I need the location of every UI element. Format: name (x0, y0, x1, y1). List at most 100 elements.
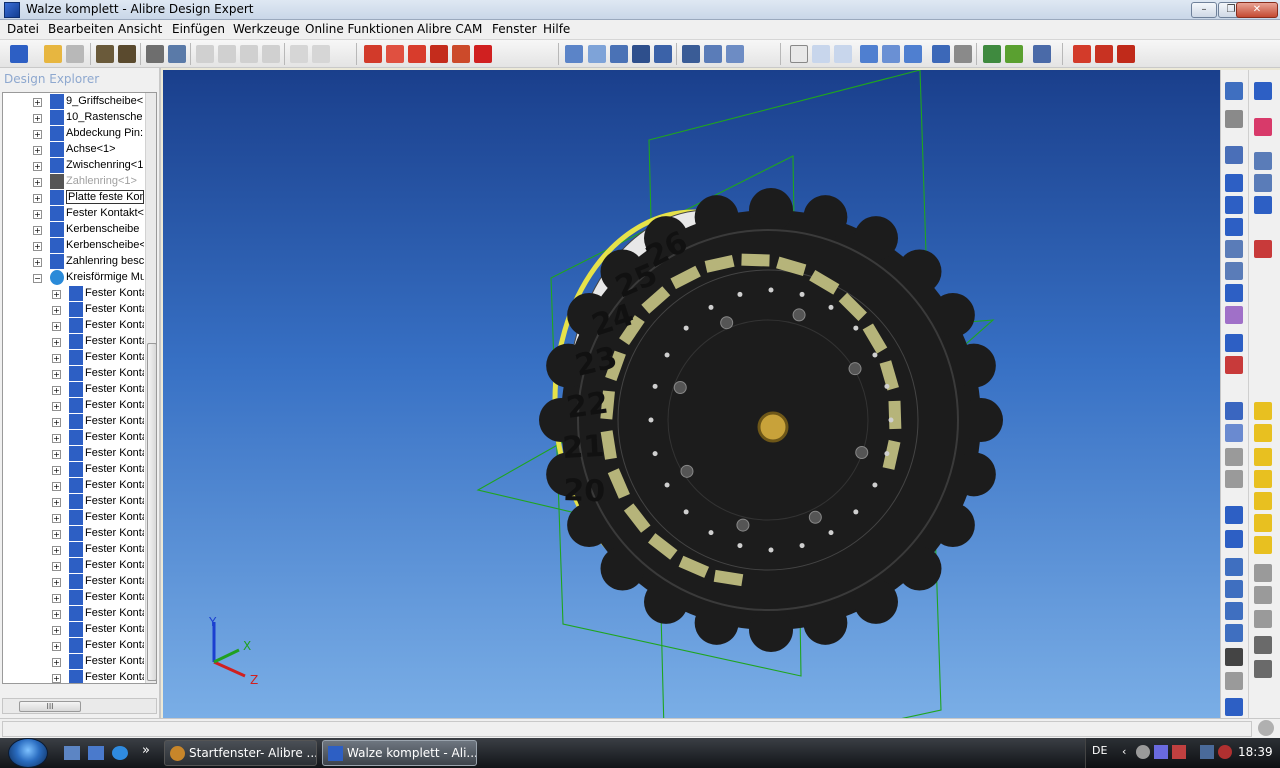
quicklaunch-chevron[interactable]: » (142, 743, 150, 758)
expand-icon[interactable]: + (33, 258, 42, 267)
feature-tool-icon[interactable] (1254, 564, 1272, 582)
expand-icon[interactable]: + (52, 594, 61, 603)
tree-item[interactable]: + Fester Konta (3, 558, 144, 574)
tree-item[interactable]: + Fester Konta (3, 334, 144, 350)
parameters-icon[interactable] (654, 45, 672, 63)
axis-icon[interactable] (588, 45, 606, 63)
tree-item[interactable]: + Zahlenring<1> (3, 174, 143, 190)
copy-icon[interactable] (218, 45, 236, 63)
measure-icon[interactable] (565, 45, 583, 63)
feature-tool-icon[interactable] (1254, 586, 1272, 604)
tree-item[interactable]: + Fester Konta (3, 510, 144, 526)
tree-item[interactable]: + Fester Konta (3, 478, 144, 494)
menu-bearbeiten[interactable]: Bearbeiten (48, 22, 114, 36)
tree-item[interactable]: + Fester Konta (3, 382, 144, 398)
tree-item[interactable]: + Fester Kontakt< (3, 206, 144, 222)
tree-item[interactable]: + Fester Konta (3, 654, 144, 670)
import-icon[interactable] (96, 45, 114, 63)
tree-item[interactable]: + Fester Konta (3, 302, 144, 318)
tree-item[interactable]: +9_Griffscheibe< (3, 94, 143, 110)
tree-item[interactable]: + Fester Konta (3, 446, 144, 462)
feature-tool-icon[interactable] (1254, 174, 1272, 192)
print-preview-icon[interactable] (168, 45, 186, 63)
cut-icon[interactable] (196, 45, 214, 63)
expand-icon[interactable]: + (52, 658, 61, 667)
tray-expand-icon[interactable]: ‹ (1122, 745, 1126, 758)
tree-item[interactable]: + Platte feste Kon (3, 190, 144, 206)
expand-icon[interactable]: + (33, 194, 42, 203)
section-icon[interactable] (983, 45, 1001, 63)
feature-tool-icon[interactable] (1225, 448, 1243, 466)
save-icon[interactable] (66, 45, 84, 63)
zoom-fit-icon[interactable] (904, 45, 922, 63)
expand-icon[interactable]: + (52, 306, 61, 315)
feature-tool-icon[interactable] (1225, 146, 1243, 164)
tree-item[interactable]: + Kerbenscheibe (3, 222, 143, 238)
new-icon[interactable] (10, 45, 28, 63)
tree-item[interactable]: + Fester Konta (3, 606, 144, 622)
next-view-icon[interactable] (954, 45, 972, 63)
feature-tool-icon[interactable] (1225, 82, 1243, 100)
3d-viewport[interactable]: 26 25 24 23 22 21 20 Y Z X (163, 70, 1220, 718)
expand-icon[interactable]: + (33, 226, 42, 235)
expand-icon[interactable]: + (52, 466, 61, 475)
menu-datei[interactable]: Datei (7, 22, 39, 36)
tree-item[interactable]: + Fester Konta (3, 318, 144, 334)
sketch-ellipse-icon[interactable] (386, 45, 404, 63)
redo-icon[interactable] (312, 45, 330, 63)
compare-icon[interactable] (726, 45, 744, 63)
expand-icon[interactable]: + (33, 162, 42, 171)
expand-icon[interactable]: + (33, 146, 42, 155)
tray-app-icon[interactable] (1154, 745, 1168, 759)
expand-icon[interactable]: + (52, 402, 61, 411)
line-style-icon[interactable] (474, 45, 492, 63)
feature-tool-icon[interactable] (1225, 648, 1243, 666)
tree-item[interactable]: + Fester Konta (3, 574, 144, 590)
tree-item[interactable]: + Fester Konta (3, 638, 144, 654)
tree-item[interactable]: + Fester Konta (3, 350, 144, 366)
feature-tool-icon[interactable] (1225, 506, 1243, 524)
expand-icon[interactable]: + (33, 210, 42, 219)
print-icon[interactable] (146, 45, 164, 63)
render-icon[interactable] (1033, 45, 1051, 63)
tree-item[interactable]: + Fester Konta (3, 494, 144, 510)
feature-tool-icon[interactable] (1225, 580, 1243, 598)
tree-item[interactable]: + Fester Konta (3, 430, 144, 446)
expand-icon[interactable]: + (33, 130, 42, 139)
language-indicator[interactable]: DE (1092, 744, 1107, 757)
sketch-rectangle-icon[interactable] (408, 45, 426, 63)
tree-item[interactable]: + Zwischenring<1 (3, 158, 143, 174)
expand-icon[interactable]: + (52, 386, 61, 395)
expand-icon[interactable]: + (52, 562, 61, 571)
feature-tool-icon[interactable] (1225, 530, 1243, 548)
feature-tool-icon[interactable] (1225, 402, 1243, 420)
feature-tool-icon[interactable] (1225, 334, 1243, 352)
expand-icon[interactable]: + (33, 178, 42, 187)
feature-tool-icon[interactable] (1254, 660, 1272, 678)
tree-horizontal-scrollbar[interactable]: III (2, 698, 157, 714)
feature-tool-icon[interactable] (1254, 402, 1272, 420)
menu-einfuegen[interactable]: Einfügen (172, 22, 225, 36)
feature-tool-icon[interactable] (1254, 470, 1272, 488)
zoom-icon[interactable] (860, 45, 878, 63)
tree-vertical-scrollbar[interactable] (145, 93, 156, 683)
feature-tool-icon[interactable] (1225, 110, 1243, 128)
switch-windows-icon[interactable] (88, 746, 104, 760)
expand-icon[interactable]: + (52, 450, 61, 459)
feature-tool-icon[interactable] (1254, 240, 1272, 258)
point-icon[interactable] (610, 45, 628, 63)
menu-werkzeuge[interactable]: Werkzeuge (233, 22, 300, 36)
menu-fenster[interactable]: Fenster (492, 22, 537, 36)
taskbar-item-walze[interactable]: Walze komplett - Ali... (322, 740, 477, 766)
tree-item[interactable]: + Achse<1> (3, 142, 143, 158)
network-icon[interactable] (1200, 745, 1214, 759)
sketch-text-icon[interactable] (430, 45, 448, 63)
export-icon[interactable] (118, 45, 136, 63)
feature-tool-icon[interactable] (1225, 174, 1243, 192)
feature-tool-icon[interactable] (1254, 424, 1272, 442)
start-button[interactable] (8, 738, 48, 768)
expand-icon[interactable]: + (33, 98, 42, 107)
feature-tool-icon[interactable] (1254, 118, 1272, 136)
collapse-icon[interactable]: − (33, 274, 42, 283)
tray-app-icon[interactable] (1172, 745, 1186, 759)
